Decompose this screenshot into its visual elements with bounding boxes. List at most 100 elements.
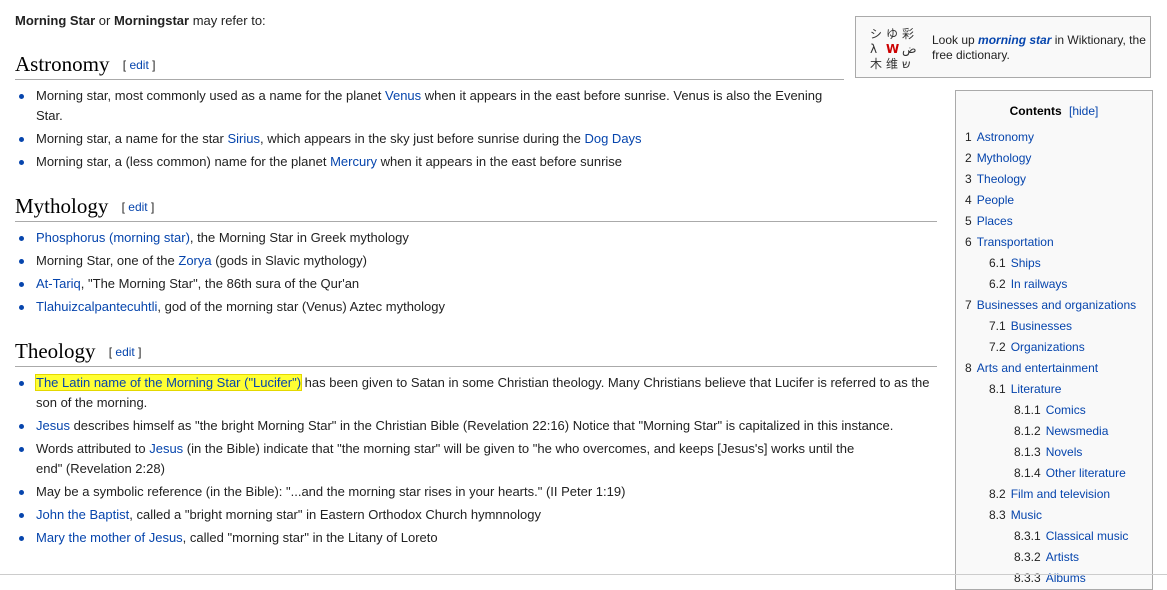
toc-item-label[interactable]: Newsmedia bbox=[1046, 424, 1109, 438]
toc-item-label[interactable]: Organizations bbox=[1011, 340, 1085, 354]
toc-item-number: 8.3.2 bbox=[1014, 550, 1041, 564]
edit-link-mythology[interactable]: edit bbox=[128, 200, 147, 214]
list-item: At-Tariq, "The Morning Star", the 86th s… bbox=[15, 274, 935, 294]
mythology-list: Phosphorus (morning star), the Morning S… bbox=[15, 228, 935, 320]
toc-item[interactable]: 5 Places bbox=[956, 211, 1152, 232]
toc-item[interactable]: 4 People bbox=[956, 190, 1152, 211]
toc-item[interactable]: 8 Arts and entertainment bbox=[956, 358, 1152, 379]
heading-astronomy: Astronomy [ edit ] bbox=[15, 52, 844, 80]
toc-item[interactable]: 8.3.1 Classical music bbox=[956, 526, 1152, 547]
toc-item-label[interactable]: Businesses bbox=[1011, 319, 1072, 333]
toc-item[interactable]: 8.1.1 Comics bbox=[956, 400, 1152, 421]
toc-item[interactable]: 7.2 Organizations bbox=[956, 337, 1152, 358]
link-phosphorus[interactable]: Phosphorus (morning star) bbox=[36, 230, 190, 245]
list-item: Jesus describes himself as "the bright M… bbox=[15, 416, 937, 436]
toc-item-label[interactable]: Other literature bbox=[1046, 466, 1126, 480]
toc-item-label[interactable]: Places bbox=[977, 214, 1013, 228]
edit-theology: [ edit ] bbox=[108, 345, 142, 359]
toc-item[interactable]: 8.3 Music bbox=[956, 505, 1152, 526]
toc-item-label[interactable]: Theology bbox=[977, 172, 1026, 186]
toc-item[interactable]: 6.2 In railways bbox=[956, 274, 1152, 295]
toc-item-number: 8.2 bbox=[989, 487, 1006, 501]
edit-link-theology[interactable]: edit bbox=[115, 345, 134, 359]
intro-text: Morning Star or Morningstar may refer to… bbox=[15, 13, 266, 28]
toc-item[interactable]: 1 Astronomy bbox=[956, 127, 1152, 148]
toc-item-label[interactable]: Literature bbox=[1011, 382, 1062, 396]
link-mary[interactable]: Mary the mother of Jesus bbox=[36, 530, 183, 545]
toc-item-label[interactable]: Comics bbox=[1046, 403, 1086, 417]
toc-item-label[interactable]: Artists bbox=[1046, 550, 1079, 564]
toc-item[interactable]: 2 Mythology bbox=[956, 148, 1152, 169]
toc-item-number: 4 bbox=[965, 193, 972, 207]
toc-item[interactable]: 8.2 Film and television bbox=[956, 484, 1152, 505]
toc-item[interactable]: 6 Transportation bbox=[956, 232, 1152, 253]
toc-item-label[interactable]: Novels bbox=[1046, 445, 1083, 459]
list-item: Phosphorus (morning star), the Morning S… bbox=[15, 228, 935, 248]
toc-item[interactable]: 7 Businesses and organizations bbox=[956, 295, 1152, 316]
toc-item[interactable]: 7.1 Businesses bbox=[956, 316, 1152, 337]
toc-item-number: 6 bbox=[965, 235, 972, 249]
toc-item-label[interactable]: Transportation bbox=[977, 235, 1054, 249]
list-item: Morning star, most commonly used as a na… bbox=[15, 86, 835, 126]
toc-item[interactable]: 3 Theology bbox=[956, 169, 1152, 190]
list-item: John the Baptist, called a "bright morni… bbox=[15, 505, 937, 525]
toc-item[interactable]: 8.1.2 Newsmedia bbox=[956, 421, 1152, 442]
edit-link-astronomy[interactable]: edit bbox=[129, 58, 148, 72]
heading-mythology: Mythology [ edit ] bbox=[15, 194, 937, 222]
svg-text:ゆ: ゆ bbox=[886, 27, 898, 41]
link-at-tariq[interactable]: At-Tariq bbox=[36, 276, 81, 291]
svg-text:シ: シ bbox=[870, 27, 882, 41]
heading-theology-title: Theology bbox=[15, 339, 96, 363]
toc-item-label[interactable]: Film and television bbox=[1011, 487, 1110, 501]
wiktionary-link[interactable]: morning star bbox=[978, 33, 1051, 47]
toc-item-number: 3 bbox=[965, 172, 972, 186]
link-venus[interactable]: Venus bbox=[385, 88, 421, 103]
toc-item-number: 8.3.1 bbox=[1014, 529, 1041, 543]
toc-item-label[interactable]: Businesses and organizations bbox=[977, 298, 1136, 312]
link-sirius[interactable]: Sirius bbox=[227, 131, 260, 146]
toc-item-label[interactable]: Classical music bbox=[1046, 529, 1129, 543]
toc-item[interactable]: 8.1 Literature bbox=[956, 379, 1152, 400]
heading-theology: Theology [ edit ] bbox=[15, 339, 937, 367]
wiktionary-logo-icon[interactable]: シ ゆ 彩 λ W ض 木 维 ש bbox=[868, 24, 918, 70]
toc-item-label[interactable]: In railways bbox=[1011, 277, 1068, 291]
wiktionary-prefix: Look up bbox=[932, 33, 979, 47]
toc-item-label[interactable]: Music bbox=[1011, 508, 1042, 522]
toc-item-label[interactable]: Ships bbox=[1011, 256, 1041, 270]
link-jesus-2[interactable]: Jesus bbox=[149, 441, 183, 456]
toc-item[interactable]: 6.1 Ships bbox=[956, 253, 1152, 274]
toc-item-label[interactable]: Astronomy bbox=[977, 130, 1034, 144]
table-of-contents: Contents [hide] 1 Astronomy 2 Mythology 3 The… bbox=[955, 90, 1153, 590]
toc-item-label[interactable]: Arts and entertainment bbox=[977, 361, 1098, 375]
link-mercury[interactable]: Mercury bbox=[330, 154, 377, 169]
toc-item[interactable]: 8.1.3 Novels bbox=[956, 442, 1152, 463]
toc-item-number: 7.1 bbox=[989, 319, 1006, 333]
toc-hide-link[interactable]: [hide] bbox=[1069, 104, 1098, 118]
bottom-divider bbox=[0, 574, 1167, 575]
heading-astronomy-title: Astronomy bbox=[15, 52, 110, 76]
toc-list: 1 Astronomy 2 Mythology 3 Theology 4 People 5 Pla… bbox=[956, 127, 1152, 589]
edit-mythology: [ edit ] bbox=[121, 200, 155, 214]
toc-item-number: 6.1 bbox=[989, 256, 1006, 270]
link-dog-days[interactable]: Dog Days bbox=[584, 131, 641, 146]
link-zorya[interactable]: Zorya bbox=[178, 253, 211, 268]
link-jesus[interactable]: Jesus bbox=[36, 418, 70, 433]
link-lucifer-highlighted[interactable]: The Latin name of the Morning Star ("Luc… bbox=[34, 374, 303, 391]
list-item: Morning star, a name for the star Sirius… bbox=[15, 129, 835, 149]
toc-item[interactable]: 8.3.3 Albums bbox=[956, 568, 1152, 589]
svg-text:ض: ض bbox=[902, 42, 917, 57]
toc-item[interactable]: 8.3.2 Artists bbox=[956, 547, 1152, 568]
toc-title: Contents bbox=[1009, 104, 1062, 118]
intro-rest: may refer to: bbox=[189, 13, 266, 28]
link-john-the-baptist[interactable]: John the Baptist bbox=[36, 507, 129, 522]
svg-text:维: 维 bbox=[886, 57, 898, 70]
list-item: Tlahuizcalpantecuhtli, god of the mornin… bbox=[15, 297, 935, 317]
toc-item-number: 8 bbox=[965, 361, 972, 375]
link-tlahuizcalpantecuhtli[interactable]: Tlahuizcalpantecuhtli bbox=[36, 299, 157, 314]
toc-item-number: 8.3 bbox=[989, 508, 1006, 522]
toc-item-label[interactable]: Mythology bbox=[977, 151, 1032, 165]
toc-item-label[interactable]: People bbox=[977, 193, 1014, 207]
toc-item[interactable]: 8.1.4 Other literature bbox=[956, 463, 1152, 484]
svg-text:彩: 彩 bbox=[902, 27, 914, 41]
list-item: Words attributed to Jesus (in the Bible)… bbox=[15, 439, 866, 479]
